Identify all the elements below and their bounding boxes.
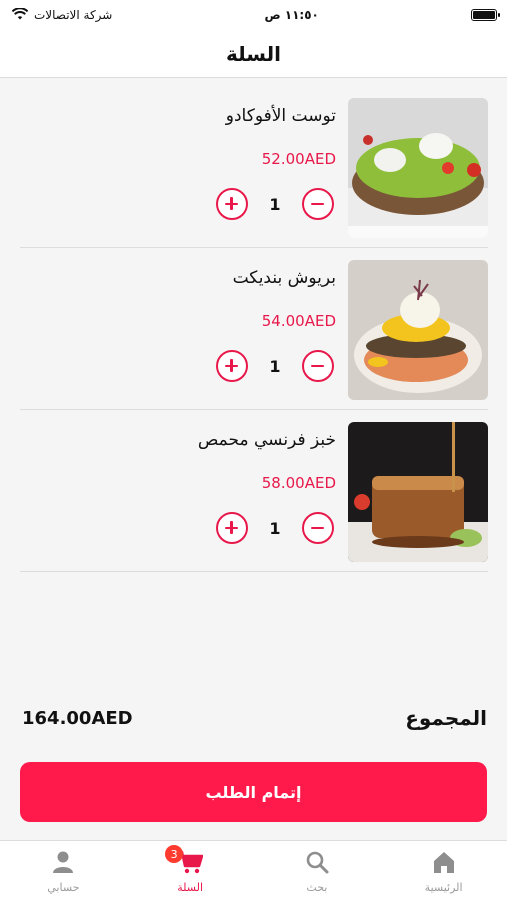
- page-title: السلة: [225, 41, 281, 66]
- carrier-name: شركة الاتصالات: [34, 8, 113, 22]
- tab-label: الرئيسية: [424, 881, 463, 894]
- quantity-stepper: 1: [216, 512, 334, 544]
- brioche-benedict-image: [348, 260, 488, 400]
- tab-search[interactable]: بحث: [254, 841, 381, 900]
- increase-quantity-button[interactable]: [216, 188, 248, 220]
- item-price: 58.00AED: [261, 474, 336, 492]
- tab-label: السلة: [177, 881, 203, 894]
- item-price: 54.00AED: [261, 312, 336, 330]
- item-name: بريوش بنديكت: [232, 268, 336, 288]
- battery-icon: [470, 9, 500, 21]
- increase-quantity-button[interactable]: [216, 512, 248, 544]
- total-row: 164.00AED المجموع: [22, 706, 487, 730]
- total-label: المجموع: [405, 706, 487, 730]
- status-time: ١١:٥٠ ص: [264, 8, 319, 22]
- quantity-value: 1: [269, 356, 281, 376]
- quantity-value: 1: [269, 194, 281, 214]
- cart-item: بريوش بنديكت 54.00AED 1: [20, 248, 488, 410]
- decrease-quantity-button[interactable]: [302, 350, 334, 382]
- tab-home[interactable]: الرئيسية: [380, 841, 507, 900]
- status-bar: شركة الاتصالات ١١:٥٠ ص: [0, 0, 507, 30]
- item-price: 52.00AED: [261, 150, 336, 168]
- user-icon: [50, 849, 76, 875]
- increase-quantity-button[interactable]: [216, 350, 248, 382]
- cart-list: توست الأفوكادو 52.00AED 1 بريوش بنديكت 5…: [20, 86, 488, 572]
- item-name: توست الأفوكادو: [225, 106, 336, 126]
- cart-count-badge: 3: [165, 845, 184, 863]
- decrease-quantity-button[interactable]: [302, 512, 334, 544]
- search-icon: [304, 849, 330, 875]
- header: السلة: [0, 30, 507, 78]
- total-amount: 164.00AED: [22, 707, 133, 729]
- quantity-stepper: 1: [216, 350, 334, 382]
- cart-item: خبز فرنسي محمص 58.00AED 1: [20, 410, 488, 572]
- checkout-button-label: إتمام الطلب: [205, 782, 302, 802]
- avocado-toast-image: [348, 98, 488, 238]
- tab-cart[interactable]: 3 السلة: [127, 841, 254, 900]
- quantity-stepper: 1: [216, 188, 334, 220]
- cart-item: توست الأفوكادو 52.00AED 1: [20, 86, 488, 248]
- checkout-button[interactable]: إتمام الطلب: [20, 762, 487, 822]
- tab-account[interactable]: حسابي: [0, 841, 127, 900]
- item-name: خبز فرنسي محمص: [197, 430, 336, 450]
- french-toast-image: [348, 422, 488, 562]
- quantity-value: 1: [269, 518, 281, 538]
- home-icon: [431, 849, 457, 875]
- wifi-icon: [11, 6, 29, 23]
- status-right: [470, 9, 500, 21]
- cart-icon: 3: [165, 845, 204, 875]
- tab-bar: حسابي 3 السلة بحث الرئيسية: [0, 840, 507, 900]
- status-left: شركة الاتصالات: [11, 6, 113, 23]
- decrease-quantity-button[interactable]: [302, 188, 334, 220]
- tab-label: حسابي: [47, 881, 80, 894]
- tab-label: بحث: [306, 881, 328, 894]
